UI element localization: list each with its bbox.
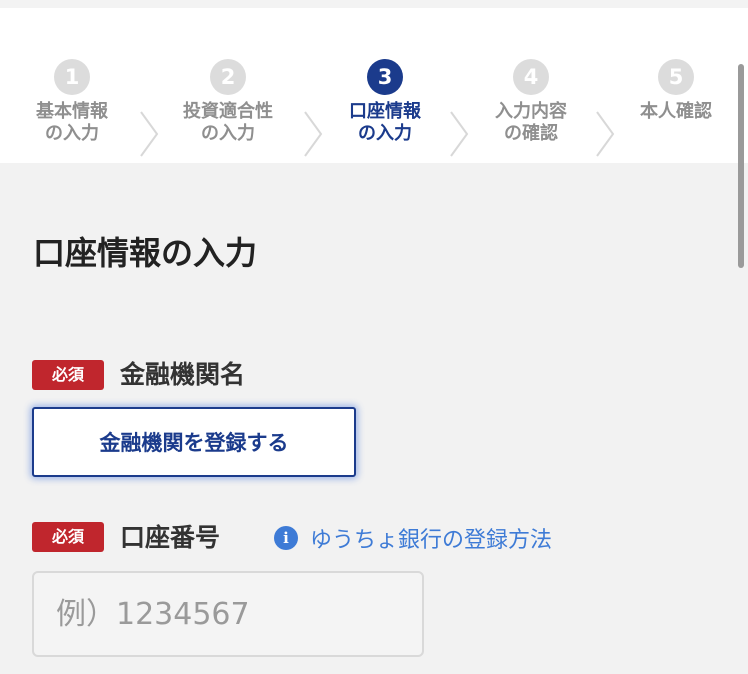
step-confirm: 4 入力内容 の確認: [471, 59, 591, 145]
chevron-right-icon: [302, 110, 324, 158]
step-identity: 5 本人確認: [616, 59, 736, 123]
step-label: 入力内容 の確認: [495, 101, 567, 144]
step-account-info: 3 口座情報 の入力: [325, 59, 445, 145]
chevron-right-icon: [138, 110, 160, 158]
step-number: 1: [54, 59, 90, 95]
account-number-input[interactable]: [32, 571, 424, 657]
step-label: 投資適合性 の入力: [183, 101, 273, 144]
required-badge: 必須: [32, 360, 104, 390]
step-label: 基本情報 の入力: [36, 101, 108, 144]
chevron-right-icon: [594, 110, 616, 158]
step-number: 4: [513, 59, 549, 95]
top-strip: [0, 0, 748, 8]
step-number: 3: [367, 59, 403, 95]
required-badge: 必須: [32, 522, 104, 552]
yucho-help-link-text[interactable]: ゆうちょ銀行の登録方法: [310, 522, 552, 554]
step-label: 口座情報 の入力: [349, 101, 421, 144]
scrollbar[interactable]: [738, 64, 744, 268]
chevron-right-icon: [448, 110, 470, 158]
bank-name-label: 金融機関名: [120, 360, 246, 389]
yucho-help-link[interactable]: i ゆうちょ銀行の登録方法: [274, 522, 552, 554]
step-label: 本人確認: [640, 101, 712, 122]
step-number: 5: [658, 59, 694, 95]
page-title: 口座情報の入力: [33, 234, 258, 272]
step-suitability: 2 投資適合性 の入力: [168, 59, 288, 145]
step-number: 2: [210, 59, 246, 95]
account-number-label: 口座番号: [120, 523, 221, 552]
step-basic-info: 1 基本情報 の入力: [12, 59, 132, 145]
info-icon: i: [274, 526, 298, 550]
progress-stepper: 1 基本情報 の入力 2 投資適合性 の入力 3 口座情報 の入力 4 入力内容…: [0, 8, 748, 163]
register-bank-button[interactable]: 金融機関を登録する: [32, 407, 356, 477]
